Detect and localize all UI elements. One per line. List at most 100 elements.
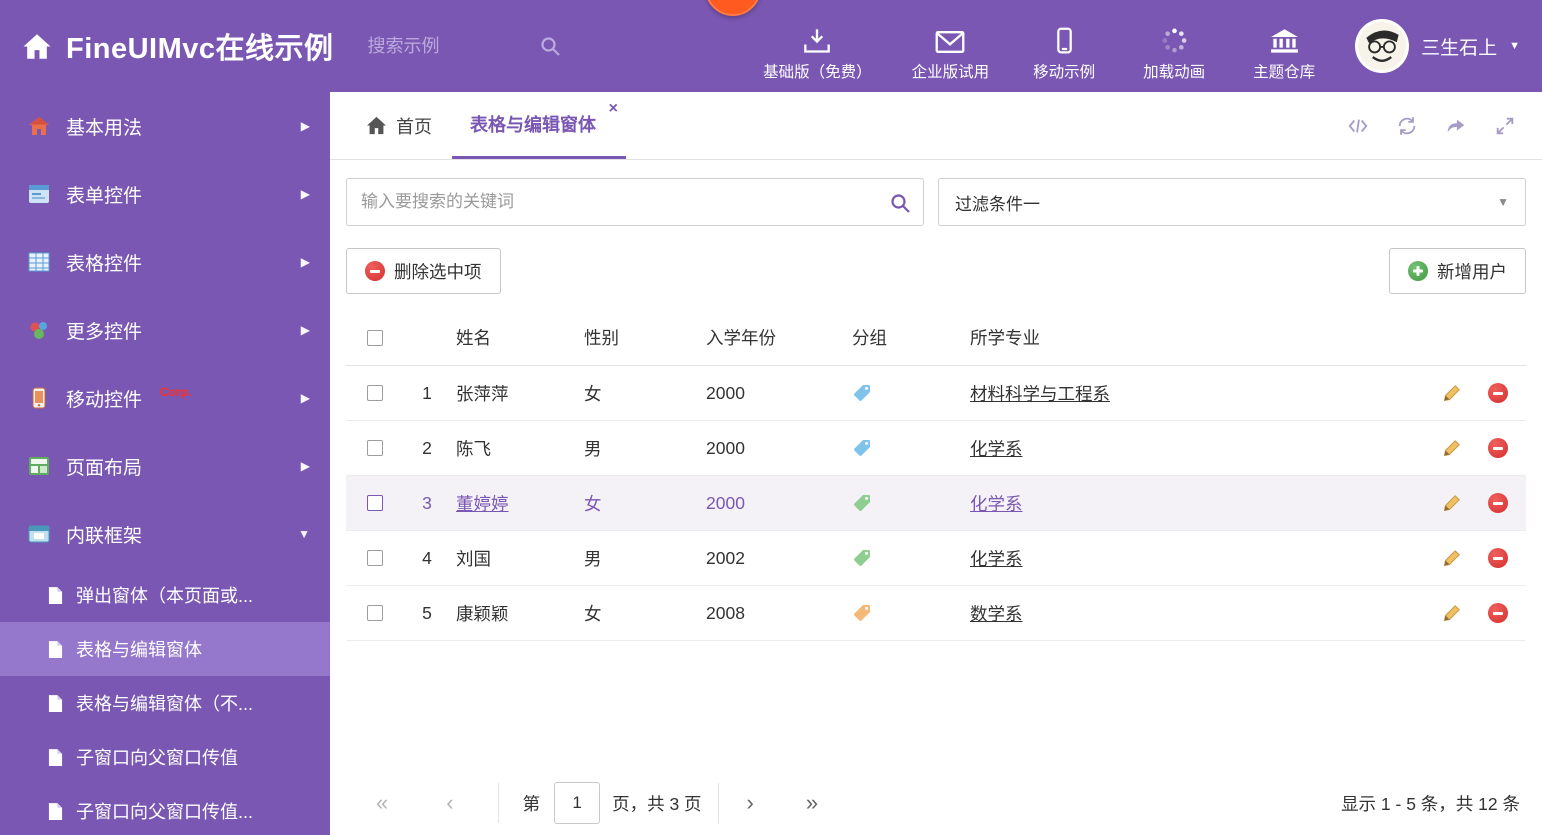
edit-icon[interactable] [1442,548,1462,568]
row-checkbox[interactable] [367,495,383,511]
select-all-checkbox[interactable] [367,329,383,346]
filter-dropdown[interactable]: 过滤条件一 ▼ [938,178,1526,226]
delete-icon[interactable] [1488,383,1508,403]
open-new-window-icon[interactable] [1444,115,1468,137]
sidebar-item-page-layout[interactable]: 页面布局 ▶ [0,432,330,500]
keyword-search-input[interactable] [347,179,923,225]
edit-icon[interactable] [1442,383,1462,403]
sidebar-item-label: 更多控件 [66,321,143,343]
phone-icon [28,387,50,409]
source-code-icon[interactable] [1346,115,1370,137]
filter-dropdown-value: 过滤条件一 [955,194,1040,214]
prev-page-button[interactable]: ‹ [446,792,453,814]
tab-label: 表格与编辑窗体 [470,115,596,135]
row-checkbox[interactable] [367,550,383,566]
sidebar-item-label: 基本用法 [66,117,143,139]
search-icon[interactable] [889,192,911,219]
edit-icon[interactable] [1442,493,1462,513]
nav-item-enterprise-trial[interactable]: 企业版试用 [912,26,989,82]
caret-down-icon: ▼ [1509,40,1520,52]
sidebar-item-more-controls[interactable]: 更多控件 ▶ [0,296,330,364]
row-number: 1 [422,382,432,403]
divider [717,783,719,823]
sidebar-item-form-controls[interactable]: 表单控件 ▶ [0,160,330,228]
col-name: 姓名 [456,328,491,348]
avatar [1355,19,1410,73]
major-link[interactable]: 材料科学与工程系 [970,384,1110,404]
sidebar-item-basic-usage[interactable]: 基本用法 ▶ [0,92,330,160]
cell-name: 刘国 [456,548,491,569]
tab-label: 首页 [396,116,432,137]
nav-item-theme-repo[interactable]: 主题仓库 [1249,26,1319,82]
cell-gender: 男 [584,548,602,569]
nav-item-mobile-demo[interactable]: 移动示例 [1029,26,1099,82]
major-link[interactable]: 化学系 [970,439,1023,459]
cell-name: 康颖颖 [456,603,509,624]
sidebar-subitem-popup-window[interactable]: 弹出窗体（本页面或... [0,568,330,622]
header-search-input[interactable] [367,35,533,57]
corp-badge: Corp. [160,385,192,399]
sidebar-subitem-grid-edit-window[interactable]: 表格与编辑窗体 [0,622,330,676]
minus-circle-icon [365,261,385,281]
fullscreen-icon[interactable] [1494,115,1516,137]
tab-home[interactable]: 首页 [346,92,452,159]
edit-icon[interactable] [1442,438,1462,458]
brand[interactable]: FineUIMvc在线示例 [22,25,334,67]
edit-icon[interactable] [1442,603,1462,623]
nav-item-loading-animation[interactable]: 加载动画 [1139,26,1209,82]
grid-header-row: 姓名 性别 入学年份 分组 所学专业 [346,310,1526,366]
data-grid: 姓名 性别 入学年份 分组 所学专业 1 张萍萍 女 2000 材料科学与工程系 [346,310,1526,641]
sidebar-subitem-label: 弹出窗体（本页面或... [76,586,254,606]
delete-selected-button[interactable]: 删除选中项 [346,248,501,294]
row-checkbox[interactable] [367,385,383,401]
delete-icon[interactable] [1488,548,1508,568]
next-page-button[interactable]: › [747,792,754,814]
sidebar-subitem-child-to-parent-2[interactable]: 子窗口向父窗口传值... [0,784,330,835]
bank-icon [1270,26,1299,54]
cell-name: 张萍萍 [456,383,509,404]
nav-label: 主题仓库 [1253,64,1316,81]
cell-gender: 女 [584,493,602,514]
table-row-selected: 3 董婷婷 女 2000 化学系 [346,476,1526,531]
major-link[interactable]: 化学系 [970,549,1023,569]
delete-icon[interactable] [1488,603,1508,623]
sidebar-item-mobile-controls[interactable]: 移动控件 Corp. ▶ [0,364,330,432]
delete-icon[interactable] [1488,493,1508,513]
cell-name: 陈飞 [456,438,491,459]
home-icon [22,33,52,60]
first-page-button[interactable]: « [376,792,388,814]
main-content: 首页 表格与编辑窗体 × 输入要搜索的关键词 过滤条件一 ▼ 删除选中项 新增用… [330,92,1542,835]
sidebar-subitem-grid-edit-window-2[interactable]: 表格与编辑窗体（不... [0,676,330,730]
spinner-icon [1161,26,1188,54]
form-icon [28,183,50,205]
divider [497,783,499,823]
row-number: 4 [422,547,432,568]
home-colored-icon [28,115,50,137]
user-menu[interactable]: 三生石上 ▼ [1355,19,1520,73]
refresh-icon[interactable] [1396,115,1418,137]
table-row: 2 陈飞 男 2000 化学系 [346,421,1526,476]
delete-icon[interactable] [1488,438,1508,458]
last-page-button[interactable]: » [806,792,818,814]
tab-grid-edit-window[interactable]: 表格与编辑窗体 × [452,92,626,159]
app-title: FineUIMvc在线示例 [66,33,334,65]
nav-item-basic-free[interactable]: FREE! 基础版（免费） [705,0,872,82]
sidebar-item-grid-controls[interactable]: 表格控件 ▶ [0,228,330,296]
app: FineUIMvc在线示例 FREE! 基础版（免费） 企业版试用 [0,0,1542,835]
page-input[interactable] [554,782,601,824]
add-user-button[interactable]: 新增用户 [1389,248,1526,294]
sidebar-item-label: 页面布局 [66,457,143,479]
row-checkbox[interactable] [367,605,383,621]
row-number: 5 [422,602,432,623]
major-link[interactable]: 化学系 [970,494,1023,514]
row-number: 3 [422,492,432,513]
major-link[interactable]: 数学系 [970,604,1023,624]
col-gender: 性别 [584,328,619,348]
cell-year: 2000 [706,437,745,458]
row-checkbox[interactable] [367,440,383,456]
sidebar-item-iframe[interactable]: 内联框架 ▼ [0,500,330,568]
search-icon[interactable] [539,35,561,57]
close-icon[interactable]: × [609,101,618,117]
sidebar-subitem-child-to-parent[interactable]: 子窗口向父窗口传值 [0,730,330,784]
tag-icon [846,493,964,513]
